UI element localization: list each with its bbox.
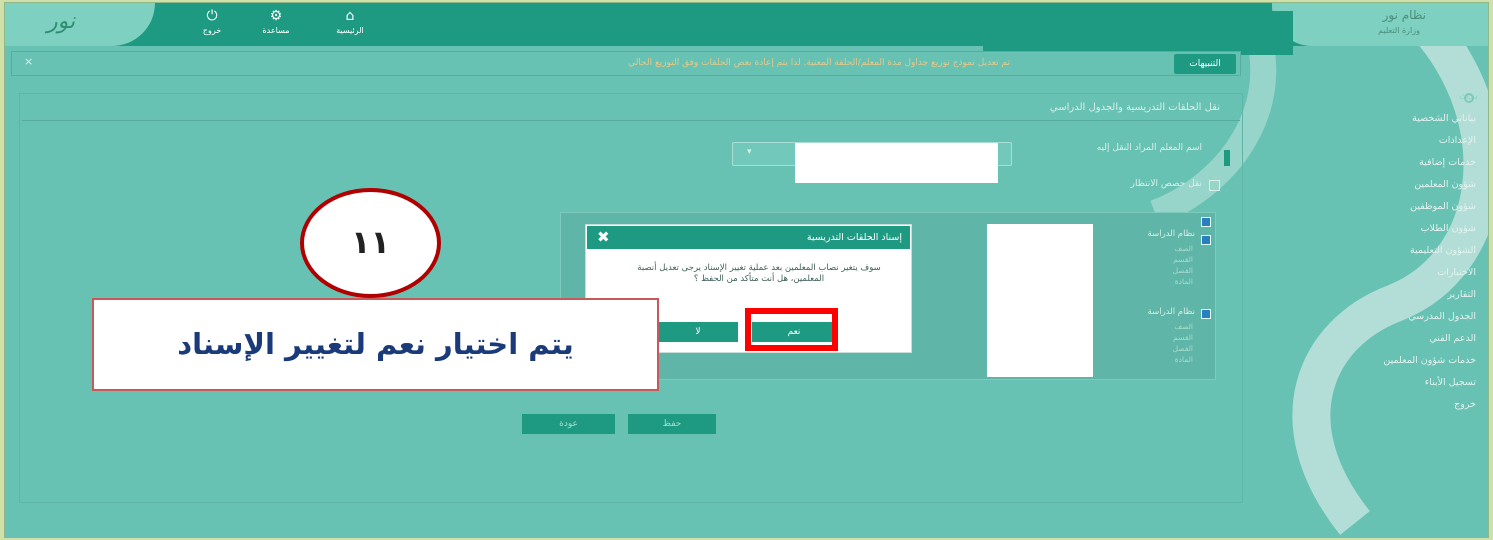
nav-home-label: الرئيسية [336,26,364,35]
brand-title: نظام نور [1382,8,1426,22]
dialog-title: إسناد الحلقات التدريسية [806,232,902,243]
title-divider [22,120,1240,121]
notifications-badge[interactable]: التنبيهات [1174,54,1236,74]
class-grade: الصف [1174,244,1193,253]
nav-help-label: مساعدة [262,26,290,35]
sidebar-item-teacher-services[interactable]: خدمات شؤون المعلمين [1256,355,1476,366]
sidebar-item-teachers[interactable]: شؤون المعلمين [1256,179,1476,190]
noor-logo: نور [47,9,76,34]
page-title: نقل الحلقات التدريسية والجدول الدراسي [1049,102,1220,113]
close-icon[interactable]: ✖ [597,228,610,246]
chevron-down-icon: ▾ [747,147,752,157]
instruction-callout: يتم اختيار نعم لتغيير الإسناد [92,298,659,391]
sidebar-item-logout[interactable]: خروج [1256,399,1476,410]
class-grade: الصف [1174,322,1193,331]
back-button[interactable]: حفظ [628,414,716,434]
sidebar-item-children[interactable]: تسجيل الأبناء [1256,377,1476,388]
redacted-block [987,224,1093,377]
sidebar-item-students[interactable]: شؤون الطلاب [1256,223,1476,234]
power-icon: ⏻ [206,8,218,24]
nav-help[interactable]: ⚙ مساعدة [251,8,301,38]
required-marker [1224,150,1230,166]
sidebar-item-extra-services[interactable]: خدمات إضافية [1256,157,1476,168]
class-sub-2: الصف القسم الفصل المادة [1173,321,1193,365]
sidebar-menu: بحث بياناتي الشخصية الإعدادات خدمات إضاف… [1240,77,1488,537]
sidebar-item-profile[interactable]: بياناتي الشخصية [1256,113,1476,124]
dialog-header: ✖ إسناد الحلقات التدريسية [587,226,910,249]
no-button[interactable]: لا [658,322,738,342]
close-icon[interactable]: × [24,55,33,68]
class-section: القسم [1173,333,1193,342]
nav-home[interactable]: ⌂ الرئيسية [325,8,375,38]
notification-bar: × تم تعديل نموذج توزيع جداول مدة المعلم/… [11,51,1241,76]
dialog-message: سوف يتغير نصاب المعلمين بعد عملية تغيير … [637,263,881,284]
class-subject: المادة [1174,355,1193,364]
yes-button-highlight [745,308,838,351]
step-number-badge: ١١ [300,188,441,298]
class-sub-1: الصف القسم الفصل المادة [1173,243,1193,287]
teacher-select[interactable]: ▾ [732,142,1012,183]
class-section: القسم [1173,255,1193,264]
gear-icon: ⚙ [269,8,283,24]
header-logo-area: نور [5,3,155,46]
header-redaction-bar [983,11,1293,55]
sidebar-item-settings[interactable]: الإعدادات [1256,135,1476,146]
save-button[interactable]: عودة [522,414,615,434]
waiting-periods-label: نقل حصص الانتظار [1130,179,1202,189]
brand-subtitle: وزارة التعليم [1378,26,1420,35]
header-brand-area: نظام نور وزارة التعليم [1272,3,1488,46]
nav-logout[interactable]: ⏻ خروج [187,8,237,38]
teacher-field-label: اسم المعلم المراد النقل إليه [1096,143,1202,153]
class-label-1: نظام الدراسة [1147,229,1195,239]
teacher-select-redacted-value [795,143,998,183]
select-all-checkbox[interactable] [1201,217,1211,227]
nav-logout-label: خروج [202,26,222,35]
home-icon: ⌂ [345,8,355,24]
sidebar-item-reports[interactable]: التقارير [1256,289,1476,300]
class-subject: المادة [1174,277,1193,286]
class-label-2: نظام الدراسة [1147,307,1195,317]
sidebar-item-exams[interactable]: الاختبارات [1256,267,1476,278]
class-class: الفصل [1172,344,1193,353]
class-checkbox-2[interactable] [1201,309,1211,319]
class-class: الفصل [1172,266,1193,275]
app-window: نور ⏻ خروج ⚙ مساعدة ⌂ الرئيسية نظام نور … [4,2,1489,538]
sidebar-item-support[interactable]: الدعم الفني [1256,333,1476,344]
waiting-periods-checkbox[interactable] [1209,180,1220,191]
sidebar-item-education[interactable]: الشؤون التعليمية [1256,245,1476,256]
class-checkbox-1[interactable] [1201,235,1211,245]
sidebar-item-schedule[interactable]: الجدول المدرسي [1256,311,1476,322]
sidebar-item-employees[interactable]: شؤون الموظفين [1256,201,1476,212]
search-icon[interactable] [1464,93,1474,103]
notification-text: تم تعديل نموذج توزيع جداول مدة المعلم/ال… [628,58,1010,68]
